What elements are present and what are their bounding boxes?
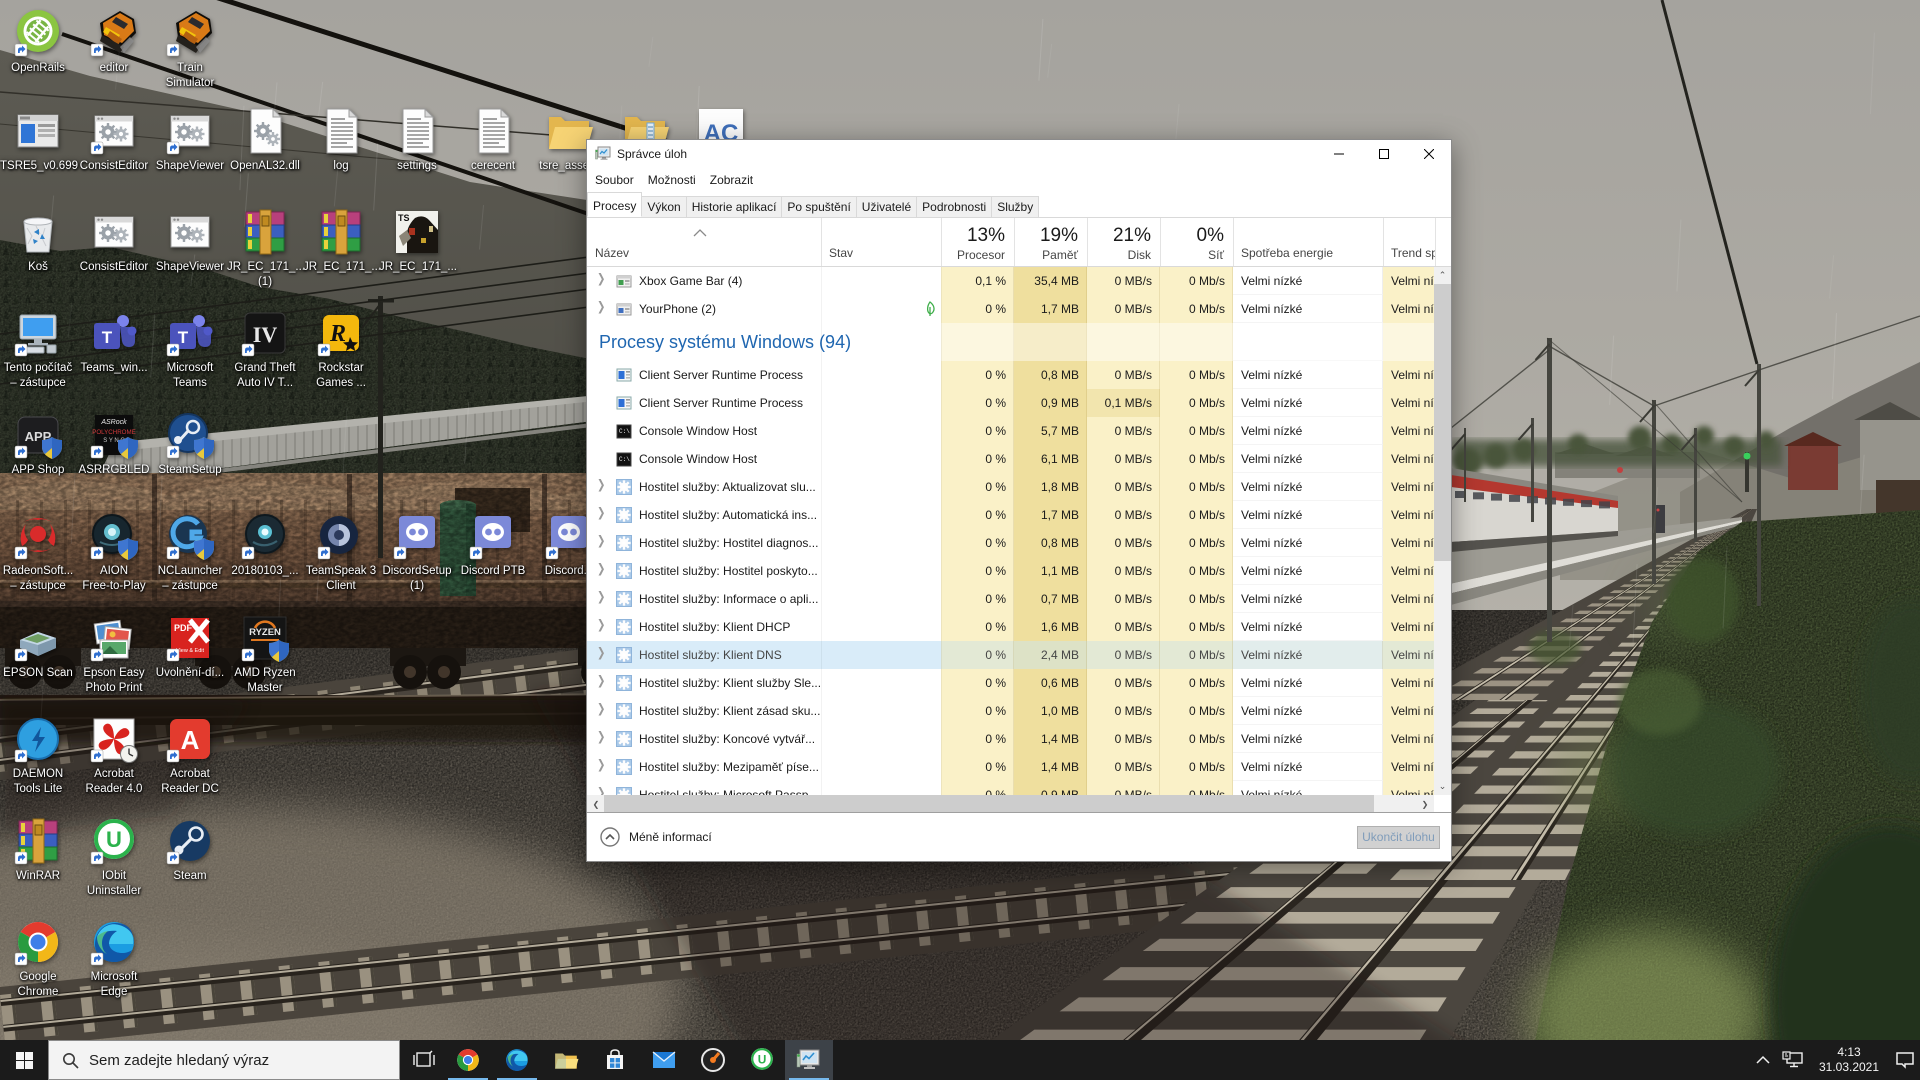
svg-text:C:\: C:\	[619, 456, 630, 463]
svg-text:IV: IV	[253, 322, 278, 347]
svg-text:POLYCHROME: POLYCHROME	[92, 429, 136, 436]
svg-text:TS: TS	[398, 213, 410, 223]
svg-text:U: U	[758, 1052, 767, 1066]
svg-text:View & Edit: View & Edit	[176, 648, 204, 654]
svg-text:T: T	[102, 328, 113, 347]
svg-text:T: T	[178, 328, 189, 347]
svg-text:A: A	[181, 725, 200, 755]
svg-text:ASRock: ASRock	[100, 419, 127, 426]
svg-text:PDF: PDF	[174, 623, 193, 633]
svg-text:R: R	[329, 321, 346, 347]
svg-text:RYZEN: RYZEN	[249, 627, 281, 638]
svg-text:C:\: C:\	[619, 428, 630, 435]
svg-text:U: U	[106, 827, 122, 852]
